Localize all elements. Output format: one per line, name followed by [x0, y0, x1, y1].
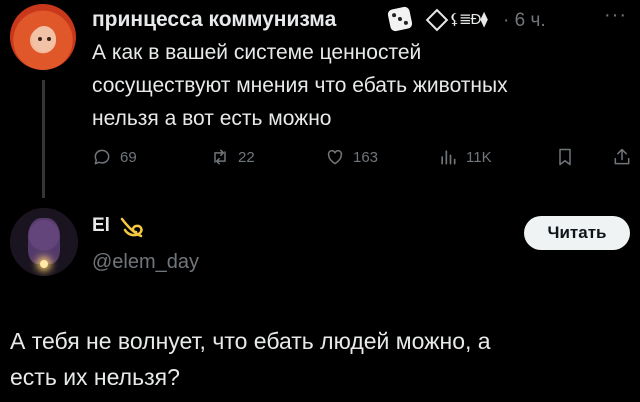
dizzy-emoji-icon [120, 217, 143, 238]
retweet-button[interactable]: 22 [210, 146, 255, 168]
author-avatar[interactable] [10, 4, 76, 70]
name-badge-text: ⚸≣Ð⧫ [449, 11, 488, 28]
reply-text-line: есть их нельзя? [10, 364, 180, 390]
author-name[interactable]: принцесса коммунизма [92, 8, 336, 32]
views-count: 11K [466, 148, 492, 166]
retweet-icon [214, 149, 226, 165]
reply-author-avatar[interactable] [10, 208, 78, 276]
tweet-text: А как в вашей системе ценностей сосущест… [92, 36, 612, 135]
thread-line [42, 80, 45, 198]
avatar-eye [47, 37, 51, 41]
avatar-hair [28, 218, 60, 264]
tweet-timestamp[interactable]: · 6 ч. [503, 10, 546, 32]
retweet-count: 22 [238, 148, 255, 166]
reply-author-handle[interactable]: @elem_day [92, 251, 199, 274]
share-button[interactable] [612, 146, 640, 168]
diamond-icon [425, 8, 449, 32]
reply-text-line: А тебя не волнует, что ебать людей можно… [10, 328, 491, 354]
dice-emoji-icon [386, 5, 414, 33]
tweet-text-line: сосуществуют мнения что ебать животных [92, 74, 508, 97]
follow-button[interactable]: Читать [524, 216, 630, 250]
heart-icon [327, 149, 343, 165]
avatar-eye [38, 37, 42, 41]
reply-author-name[interactable]: El [92, 215, 110, 237]
bookmark-icon [559, 148, 571, 166]
reply-button[interactable]: 69 [92, 146, 137, 168]
like-button[interactable]: 163 [325, 146, 378, 168]
reply-count: 69 [120, 148, 137, 166]
avatar-light [40, 260, 48, 268]
tweet-text-line: А как в вашей системе ценностей [92, 41, 422, 64]
comment-icon [94, 149, 110, 165]
views-button[interactable]: 11K [438, 146, 492, 168]
reply-text: А тебя не волнует, что ебать людей можно… [10, 323, 630, 395]
tweet-text-line: нельзя а вот есть можно [92, 107, 332, 130]
share-icon [614, 148, 630, 165]
views-icon [441, 150, 456, 165]
like-count: 163 [353, 148, 379, 166]
bookmark-button[interactable] [555, 146, 583, 168]
more-options-icon[interactable]: ··· [604, 4, 627, 27]
avatar-face [32, 26, 56, 52]
